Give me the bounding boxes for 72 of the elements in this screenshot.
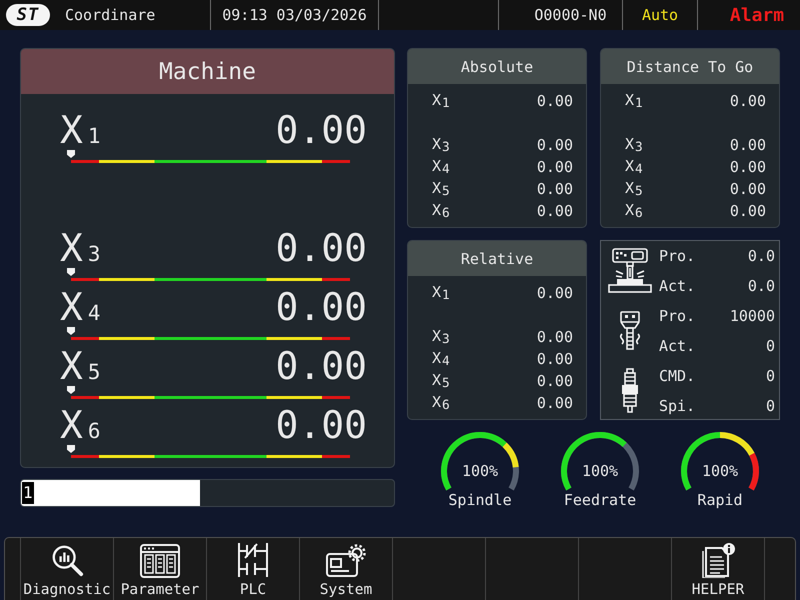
spark-plug-icon	[620, 368, 640, 414]
axis-label: X$_{5}$	[625, 178, 643, 200]
axis-value: 0.00	[536, 284, 573, 302]
magnifier-chart-icon	[50, 544, 84, 578]
axis-label: X$_{6}$	[432, 392, 450, 414]
info-value: 0	[764, 337, 775, 355]
axis-value: 0.00	[730, 136, 766, 154]
axis-value: 0.00	[275, 344, 367, 388]
axis-value: 0.00	[730, 180, 766, 198]
info-value: 0	[766, 367, 775, 385]
axis-label: X$_{1}$	[432, 282, 450, 304]
axis-value: 0.00	[536, 372, 573, 390]
gauge-value: 100%	[702, 462, 738, 480]
axis-label: X$_{6}$	[625, 200, 643, 222]
axis-label: X$_{3}$	[432, 326, 450, 348]
info-label: Pro.	[659, 247, 696, 265]
info-value: 0.0	[748, 247, 775, 265]
info-label: Act.	[659, 337, 696, 355]
axis-label: X$_{1}$	[625, 90, 643, 112]
info-label: Spi.	[659, 397, 696, 415]
axis-label: X$_{5}$	[432, 178, 450, 200]
document-info-icon	[700, 542, 736, 578]
axis-value: 0.00	[275, 285, 367, 329]
info-label: Pro.	[659, 307, 696, 325]
axis-value: 0.00	[536, 92, 573, 110]
date-time: 09:13 03/03/2026	[222, 6, 367, 24]
panel-title: Distance To Go	[626, 58, 754, 76]
milling-machine-icon	[608, 248, 652, 294]
axis-label: X$_{1}$	[432, 90, 450, 112]
axis-label: X$_{3}$	[625, 134, 643, 156]
axis-label: X$_{4}$	[432, 156, 450, 178]
gauge-label: Spindle	[448, 491, 512, 509]
screen-title: Coordinare	[65, 6, 156, 24]
axis-value: 0.00	[275, 108, 367, 152]
axis-value: 0.00	[536, 158, 573, 176]
axis-value: 0.00	[536, 136, 573, 154]
ladder-contacts-icon	[235, 542, 271, 578]
axis-label: X$_{6}$	[432, 200, 450, 222]
gauge-label: Feedrate	[564, 491, 636, 509]
info-label: CMD.	[659, 367, 696, 385]
axis-label: X$_{4}$	[432, 348, 450, 370]
axis-value: 0.00	[536, 328, 573, 346]
panel-title: Relative	[460, 250, 534, 268]
axis-label: X$_{5}$	[432, 370, 450, 392]
info-value: 10000	[730, 307, 775, 325]
info-label: Act.	[659, 277, 696, 295]
panel-title: Absolute	[460, 58, 534, 76]
gauge-value: 100%	[462, 462, 498, 480]
axis-value: 0.00	[730, 202, 766, 220]
axis-value: 0.00	[275, 403, 367, 447]
axis-label: X$_{4}$	[625, 156, 643, 178]
mode-status: Auto	[642, 6, 678, 24]
axis-value: 0.00	[275, 226, 367, 270]
spindle-icon	[618, 311, 642, 351]
info-value: 0	[766, 397, 775, 415]
logo: ST	[6, 4, 50, 26]
alarm-status: Alarm	[730, 4, 784, 26]
axis-label: X$_{3}$	[432, 134, 450, 156]
gauge-value: 100%	[582, 462, 618, 480]
progress-value: 1	[22, 482, 34, 504]
program-number: O0000-N0	[534, 6, 607, 24]
axis-value: 0.00	[536, 180, 573, 198]
form-window-icon	[140, 544, 180, 578]
axis-value: 0.00	[730, 158, 766, 176]
axis-value: 0.00	[536, 394, 573, 412]
axis-value: 0.00	[536, 350, 573, 368]
monitor-gear-icon	[326, 544, 366, 578]
axis-value: 0.00	[536, 202, 573, 220]
gauge-label: Rapid	[697, 491, 743, 509]
info-value: 0.0	[748, 277, 775, 295]
axis-value: 0.00	[730, 92, 766, 110]
panel-title: Machine	[159, 58, 256, 84]
